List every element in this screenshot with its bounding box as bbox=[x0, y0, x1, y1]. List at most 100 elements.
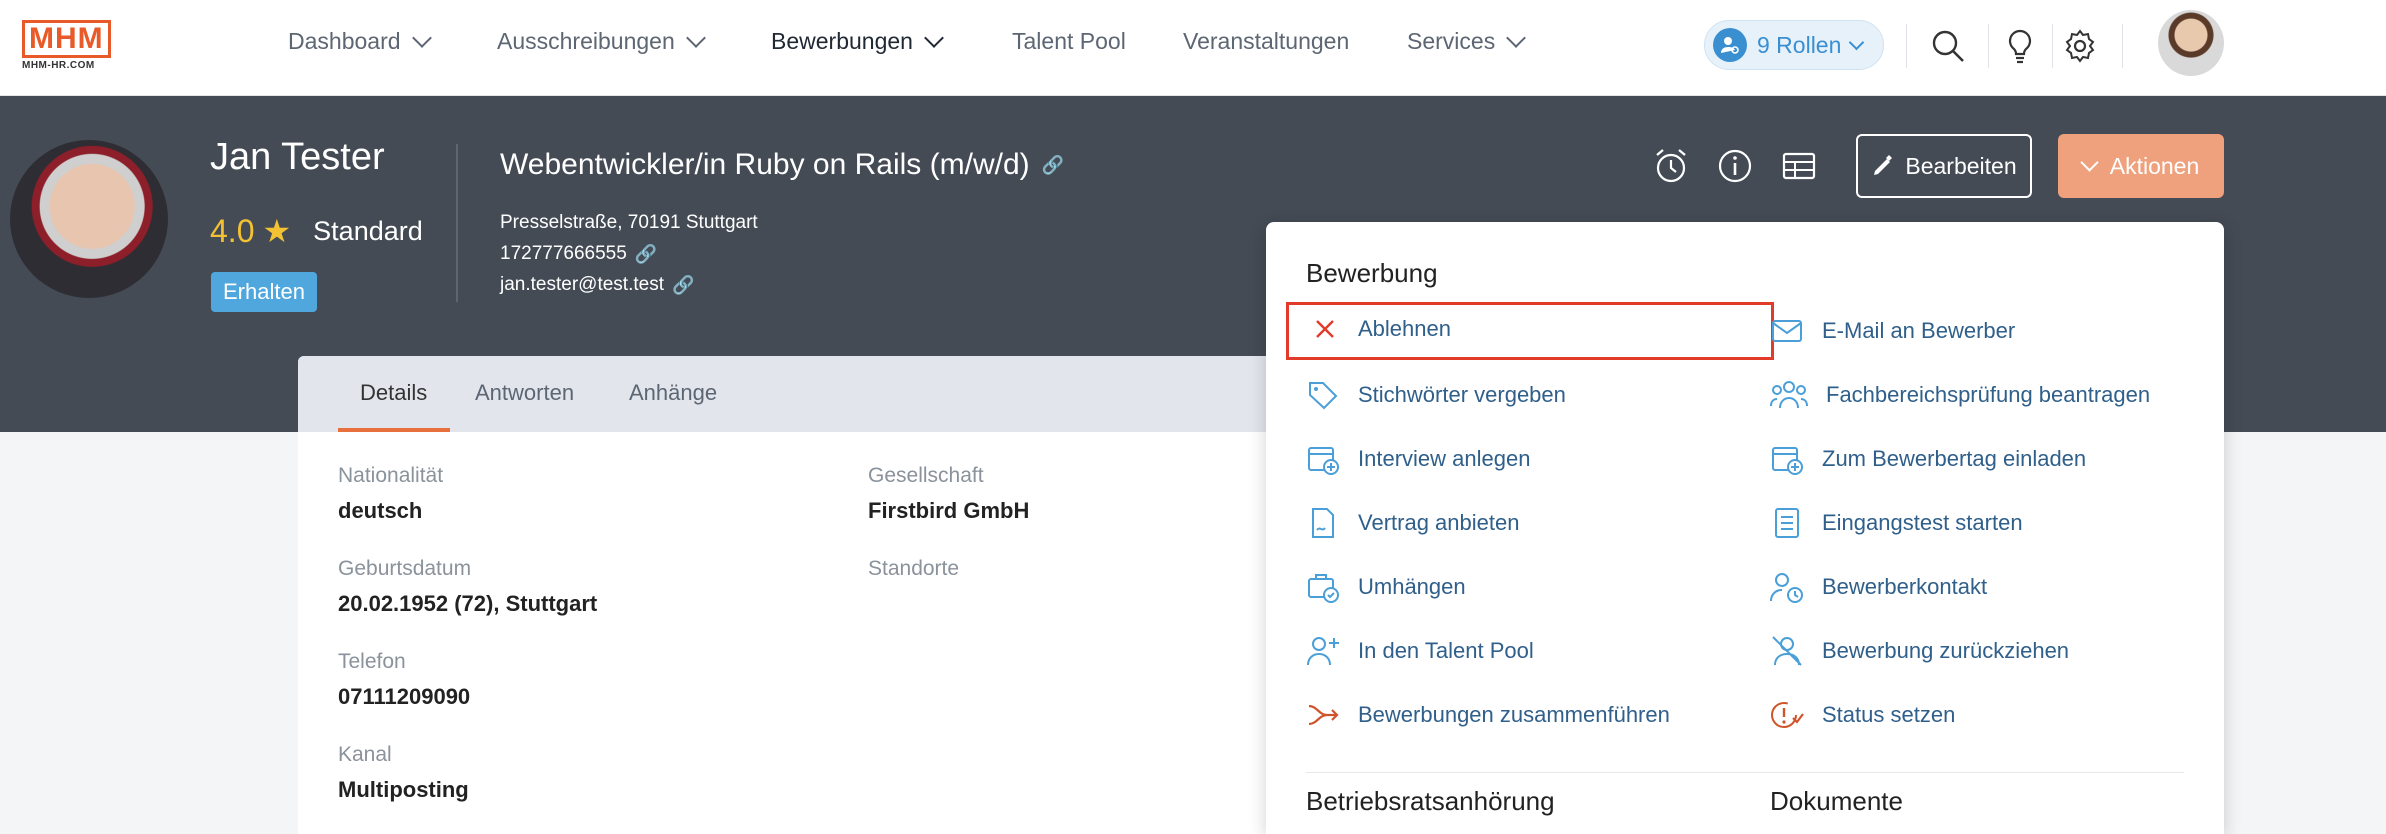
section-title-dokumente: Dokumente bbox=[1770, 786, 1903, 816]
menu-item-label: Bewerberkontakt bbox=[1822, 574, 1988, 599]
user-plus-icon bbox=[1307, 637, 1339, 666]
user-gear-icon bbox=[1713, 28, 1747, 62]
menu-item-zusammenfuehren[interactable]: Bewerbungen zusammenführen bbox=[1306, 698, 1670, 732]
menu-item-zurueckziehen[interactable]: Bewerbung zurückziehen bbox=[1770, 634, 2069, 668]
menu-item-label: E-Mail an Bewerber bbox=[1822, 318, 2016, 343]
chevron-down-icon bbox=[2080, 152, 2099, 172]
menu-item-stichwoerter[interactable]: Stichwörter vergeben bbox=[1306, 378, 1566, 412]
users-icon bbox=[1770, 381, 1808, 409]
field-value-company: Firstbird GmbH bbox=[868, 498, 1030, 523]
menu-item-label: Interview anlegen bbox=[1358, 446, 1531, 471]
nav-services[interactable]: Services bbox=[1407, 27, 1527, 55]
tab-details[interactable]: Details bbox=[360, 380, 427, 406]
star-icon: ★ bbox=[262, 213, 292, 249]
pencil-icon bbox=[1874, 155, 1893, 175]
address-text: Presselstraße, 70191 Stuttgart bbox=[500, 212, 758, 233]
field-label-phone: Telefon bbox=[338, 650, 406, 673]
menu-item-label: Status setzen bbox=[1822, 702, 1956, 727]
field-value-phone: 07111209090 bbox=[338, 684, 471, 709]
candidate-rating: 4.0 ★ Standard bbox=[210, 212, 423, 250]
menu-item-label: Bewerbungen zusammenführen bbox=[1358, 702, 1670, 727]
phone-text: 172777666555 bbox=[500, 243, 627, 264]
x-icon bbox=[1316, 320, 1334, 338]
nav-label: Ausschreibungen bbox=[497, 28, 675, 54]
link-icon[interactable]: 🔗 bbox=[635, 244, 657, 265]
roles-label: 9 Rollen bbox=[1757, 31, 1842, 58]
menu-item-status[interactable]: Status setzen bbox=[1770, 698, 1955, 732]
move-icon bbox=[1308, 574, 1339, 603]
nav-veranstaltungen[interactable]: Veranstaltungen bbox=[1183, 28, 1349, 55]
brand-logo[interactable]: MHM MHM-HR.COM bbox=[22, 20, 111, 71]
actions-dropdown-menu: Bewerbung Ablehnen Stichwörter vergeben … bbox=[1266, 222, 2224, 834]
link-icon[interactable]: 🔗 bbox=[672, 275, 694, 296]
menu-item-email[interactable]: E-Mail an Bewerber bbox=[1770, 314, 2015, 348]
menu-item-vertrag[interactable]: Vertrag anbieten bbox=[1306, 506, 1519, 540]
logo-mark: MHM bbox=[22, 20, 111, 58]
nav-label: Talent Pool bbox=[1012, 28, 1126, 54]
user-slash-icon bbox=[1772, 636, 1802, 666]
top-navigation: MHM MHM-HR.COM Dashboard Ausschreibungen… bbox=[0, 0, 2386, 96]
lightbulb-icon[interactable] bbox=[2000, 26, 2040, 66]
menu-item-talent-pool[interactable]: In den Talent Pool bbox=[1306, 634, 1534, 668]
actions-label: Aktionen bbox=[2109, 152, 2200, 179]
link-icon[interactable]: 🔗 bbox=[1042, 155, 1064, 176]
roles-dropdown[interactable]: 9 Rollen bbox=[1704, 20, 1884, 70]
divider bbox=[1306, 772, 2184, 773]
user-clock-icon bbox=[1770, 573, 1803, 603]
menu-item-label: Zum Bewerbertag einladen bbox=[1822, 446, 2087, 471]
menu-item-fachbereich[interactable]: Fachbereichsprüfung beantragen bbox=[1770, 378, 2150, 412]
chevron-down-icon bbox=[924, 27, 944, 48]
actions-button[interactable]: Aktionen bbox=[2058, 134, 2224, 198]
candidate-phone: 172777666555 🔗 bbox=[500, 243, 657, 265]
info-icon[interactable] bbox=[1715, 146, 1755, 186]
nav-label: Veranstaltungen bbox=[1183, 28, 1350, 54]
field-label-nationality: Nationalität bbox=[338, 464, 444, 487]
divider bbox=[1906, 24, 1907, 68]
field-label-locations: Standorte bbox=[868, 557, 960, 580]
nav-label: Bewerbungen bbox=[771, 28, 913, 54]
field-value-birthdate: 20.02.1952 (72), Stuttgart bbox=[338, 591, 598, 616]
alarm-clock-icon[interactable] bbox=[1651, 146, 1691, 186]
nav-talent-pool[interactable]: Talent Pool bbox=[1012, 28, 1126, 55]
job-title-text: Webentwickler/in Ruby on Rails (m/w/d) bbox=[500, 148, 1030, 181]
nav-bewerbungen[interactable]: Bewerbungen bbox=[771, 27, 944, 55]
status-icon bbox=[1771, 702, 1804, 728]
menu-item-label: Eingangstest starten bbox=[1822, 510, 2023, 535]
candidate-name: Jan Tester bbox=[210, 136, 385, 178]
divider bbox=[456, 144, 458, 302]
chevron-down-icon bbox=[685, 27, 706, 48]
menu-item-eingangstest[interactable]: Eingangstest starten bbox=[1770, 506, 2023, 540]
field-value-nationality: deutsch bbox=[338, 498, 423, 523]
menu-item-bewerberkontakt[interactable]: Bewerberkontakt bbox=[1770, 570, 1987, 604]
nav-ausschreibungen[interactable]: Ausschreibungen bbox=[497, 27, 706, 55]
search-icon[interactable] bbox=[1928, 26, 1968, 66]
section-title-betriebsrat: Betriebsratsanhörung bbox=[1306, 786, 1555, 816]
chevron-down-icon bbox=[1506, 27, 1527, 48]
chevron-down-icon bbox=[1849, 34, 1865, 50]
menu-item-bewerbertag[interactable]: Zum Bewerbertag einladen bbox=[1770, 442, 2086, 476]
menu-item-label: Vertrag anbieten bbox=[1358, 510, 1520, 535]
user-avatar[interactable] bbox=[2158, 10, 2224, 76]
menu-item-label: Ablehnen bbox=[1358, 316, 1451, 341]
candidate-level: Standard bbox=[313, 215, 423, 246]
edit-button[interactable]: Bearbeiten bbox=[1856, 134, 2032, 198]
active-tab-indicator bbox=[338, 428, 450, 432]
menu-item-label: Fachbereichsprüfung beantragen bbox=[1826, 382, 2151, 407]
menu-item-interview[interactable]: Interview anlegen bbox=[1306, 442, 1530, 476]
gear-icon[interactable] bbox=[2060, 26, 2100, 66]
tab-antworten[interactable]: Antworten bbox=[475, 380, 574, 406]
nav-label: Services bbox=[1407, 28, 1496, 54]
menu-item-label: In den Talent Pool bbox=[1358, 638, 1534, 663]
divider bbox=[1988, 24, 1989, 68]
checklist-icon bbox=[1775, 508, 1799, 538]
table-icon[interactable] bbox=[1779, 146, 1819, 186]
divider bbox=[2122, 24, 2123, 68]
field-label-channel: Kanal bbox=[338, 743, 392, 766]
tab-anhaenge[interactable]: Anhänge bbox=[629, 380, 717, 406]
nav-dashboard[interactable]: Dashboard bbox=[288, 27, 432, 55]
field-label-birthdate: Geburtsdatum bbox=[338, 557, 472, 580]
job-title: Webentwickler/in Ruby on Rails (m/w/d) 🔗 bbox=[500, 148, 1064, 182]
menu-item-ablehnen[interactable]: Ablehnen bbox=[1310, 314, 1451, 344]
menu-item-umhaengen[interactable]: Umhängen bbox=[1306, 570, 1466, 604]
candidate-avatar bbox=[10, 140, 168, 298]
